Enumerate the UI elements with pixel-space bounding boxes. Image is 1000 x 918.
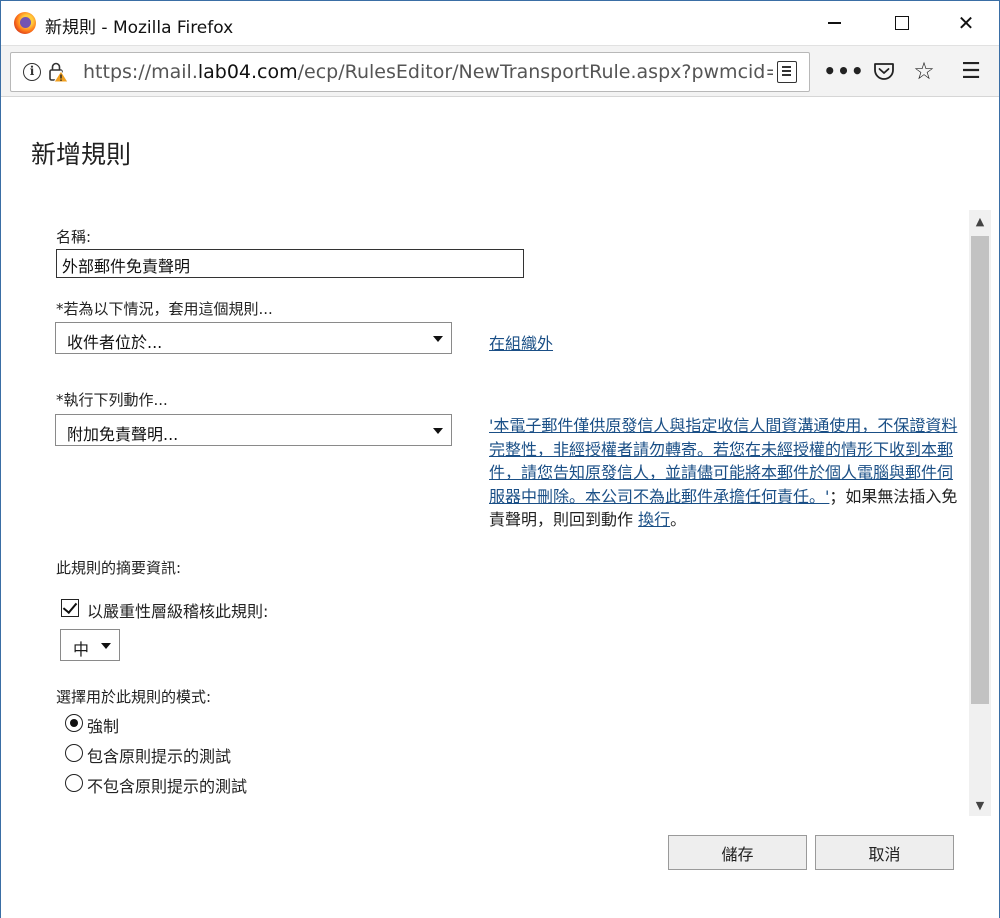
rule-name-input[interactable]: 外部郵件免責聲明: [56, 249, 524, 278]
page-actions-more-icon[interactable]: •••: [823, 54, 863, 88]
insecure-lock-icon[interactable]: [47, 61, 69, 83]
audit-checkbox[interactable]: [61, 599, 79, 617]
disclaimer-end: 。: [670, 510, 687, 529]
mode-test-without-tips-label: 不包含原則提示的測試: [87, 777, 248, 796]
hamburger-menu-icon[interactable]: ☰: [956, 54, 986, 88]
close-button[interactable]: ✕: [935, 1, 997, 45]
pocket-icon[interactable]: [869, 54, 899, 88]
firefox-logo-icon: [14, 12, 36, 34]
url-domain: lab04.com: [197, 61, 298, 83]
condition-select-value: 收件者位於...: [67, 333, 163, 352]
navigation-bar: i https://mail.lab04.com/ecp/RulesEditor…: [1, 45, 999, 97]
minimize-button[interactable]: [803, 1, 865, 45]
summary-label: 此規則的摘要資訊:: [56, 559, 182, 577]
scroll-down-icon[interactable]: ▼: [969, 794, 991, 816]
condition-value-link[interactable]: 在組織外: [489, 330, 553, 354]
condition-select[interactable]: 收件者位於...: [55, 322, 452, 354]
page-title: 新增規則: [31, 140, 132, 169]
mode-test-with-tips-label: 包含原則提示的測試: [87, 747, 232, 766]
save-button[interactable]: 儲存: [668, 835, 807, 870]
chevron-down-icon: [433, 336, 443, 342]
severity-select[interactable]: 中: [60, 629, 120, 661]
info-icon[interactable]: i: [23, 63, 41, 81]
minimize-icon: [827, 22, 841, 24]
vertical-scrollbar[interactable]: ▲ ▼: [969, 210, 991, 816]
maximize-icon: [895, 16, 909, 30]
action-label: *執行下列動作...: [56, 391, 168, 409]
reader-view-icon[interactable]: [777, 61, 797, 83]
chevron-down-icon: [101, 643, 111, 649]
close-icon: ✕: [957, 11, 975, 35]
action-select-value: 附加免責聲明...: [67, 425, 179, 444]
mode-test-with-tips-radio[interactable]: [65, 744, 83, 762]
mode-enforce-radio[interactable]: [65, 714, 83, 732]
url-bar[interactable]: i https://mail.lab04.com/ecp/RulesEditor…: [10, 52, 810, 92]
action-select[interactable]: 附加免責聲明...: [55, 414, 452, 446]
severity-select-value: 中: [73, 640, 90, 659]
maximize-button[interactable]: [871, 1, 933, 45]
url-text[interactable]: https://mail.lab04.com/ecp/RulesEditor/N…: [83, 61, 773, 83]
url-path: /ecp/RulesEditor/NewTransportRule.aspx?p…: [297, 61, 773, 83]
chevron-down-icon: [433, 428, 443, 434]
mode-label: 選擇用於此規則的模式:: [56, 688, 212, 706]
name-label: 名稱:: [56, 228, 92, 246]
title-bar: 新規則 - Mozilla Firefox ✕: [1, 1, 999, 45]
bookmark-star-icon[interactable]: ☆: [909, 54, 939, 88]
cancel-button[interactable]: 取消: [815, 835, 954, 870]
mode-enforce-label: 強制: [87, 717, 120, 736]
scroll-thumb[interactable]: [971, 236, 989, 704]
browser-window: 新規則 - Mozilla Firefox ✕ i https://mail.l…: [0, 0, 1000, 918]
disclaimer-text: '本電子郵件僅供原發信人與指定收信人間資溝通使用，不保證資料完整性，非經授權者請…: [489, 414, 959, 532]
rule-editor-page: 新增規則 名稱: 外部郵件免責聲明 *若為以下情況，套用這個規則... 收件者位…: [1, 98, 999, 918]
url-prefix: https://mail.: [83, 61, 198, 83]
fallback-action-link[interactable]: 換行: [638, 510, 670, 529]
audit-label: 以嚴重性層級稽核此規則:: [87, 602, 269, 621]
mode-test-without-tips-radio[interactable]: [65, 774, 83, 792]
window-title: 新規則 - Mozilla Firefox: [45, 18, 234, 38]
condition-label: *若為以下情況，套用這個規則...: [56, 300, 273, 318]
scroll-up-icon[interactable]: ▲: [969, 210, 991, 232]
